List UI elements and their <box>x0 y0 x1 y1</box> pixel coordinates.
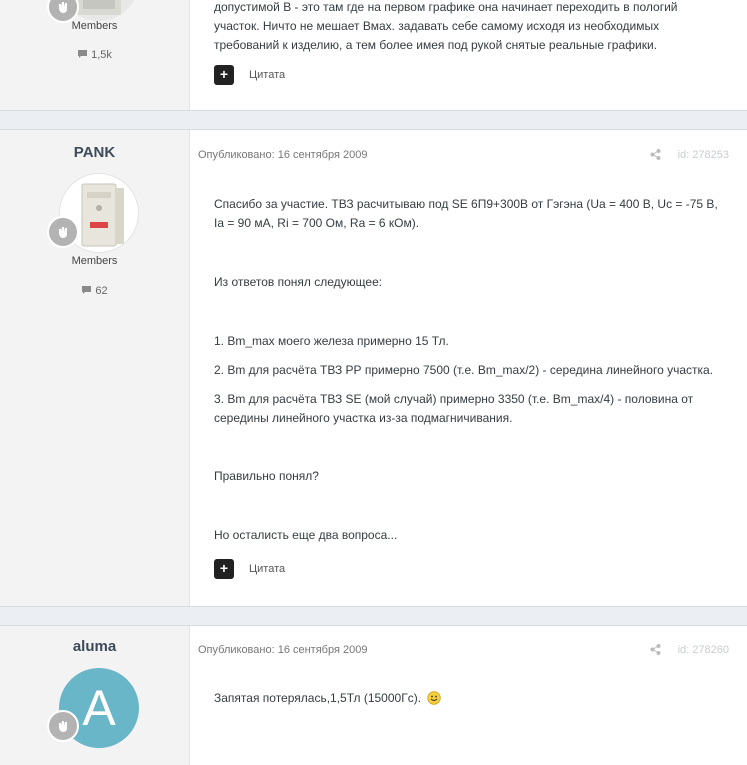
post-count-value: 1,5k <box>91 49 112 61</box>
post-content: допустимой В - это там где на первом гра… <box>190 0 747 110</box>
username[interactable]: PANK <box>0 144 189 161</box>
body-line: допустимой В - это там где на первом гра… <box>214 0 678 14</box>
body-line: Спасибо за участие. ТВЗ расчитываю под S… <box>214 197 718 211</box>
rank-badge-icon <box>47 710 79 742</box>
comment-icon <box>81 285 92 298</box>
quote-label[interactable]: Цитата <box>249 563 285 575</box>
post-1: Members 1,5k допустимой В - это там где … <box>0 0 747 111</box>
body-line: 3. Bm для расчёта ТВЗ SE (мой случай) пр… <box>214 392 694 406</box>
post-id[interactable]: id: 278253 <box>678 149 729 161</box>
body-line: Ia = 90 мА, Ri = 700 Ом, Ra = 6 кОм). <box>214 216 420 230</box>
member-group: Members <box>71 255 118 267</box>
post-count: 62 <box>0 285 189 298</box>
post-count-value: 62 <box>95 285 108 297</box>
avatar-letter: A <box>82 680 116 736</box>
post-content: Опубликовано: 16 сентября 2009 id: 27826… <box>190 626 747 765</box>
body-line: 2. Bm для расчёта ТВЗ РР примерно 7500 (… <box>214 363 714 377</box>
post-body-item-3: 3. Bm для расчёта ТВЗ SE (мой случай) пр… <box>214 390 723 428</box>
body-line: требований к изделию, а тем более имея п… <box>214 38 658 52</box>
quote-button[interactable]: + <box>214 559 234 579</box>
body-line: Но осталисть еще два вопроса... <box>214 528 398 542</box>
member-group: Members <box>71 20 118 32</box>
body-line: Правильно понял? <box>214 469 319 483</box>
comment-icon <box>77 49 88 62</box>
rank-badge-icon <box>47 216 79 248</box>
share-icon[interactable] <box>650 149 661 163</box>
publish-date: Опубликовано: 16 сентября 2009 <box>198 149 368 161</box>
author-panel: Members 1,5k <box>0 0 190 110</box>
post-body: Спасибо за участие. ТВЗ расчитываю под S… <box>214 195 723 233</box>
post-content: Опубликовано: 16 сентября 2009 id: 27825… <box>190 130 747 606</box>
body-line: участок. Ничто не мешает Вмах. задавать … <box>214 19 660 33</box>
post-body: Запятая потерялась,1,5Тл (15000Гс). <box>214 689 723 711</box>
quote-label[interactable]: Цитата <box>249 69 285 81</box>
post-id[interactable]: id: 278260 <box>678 644 729 656</box>
username[interactable]: aluma <box>0 638 189 655</box>
author-panel: aluma A <box>0 626 190 765</box>
publish-date: Опубликовано: 16 сентября 2009 <box>198 644 368 656</box>
body-line: середины линейного участка из-за подмагн… <box>214 411 513 425</box>
quote-button[interactable]: + <box>214 65 234 85</box>
share-icon[interactable] <box>650 644 661 658</box>
author-panel: PANK Members 62 <box>0 130 190 606</box>
post-3: aluma A Опубликовано: 16 сентября 2009 i… <box>0 625 747 765</box>
body-line: Из ответов понял следующее: <box>214 275 383 289</box>
body-line: 1. Bm_max моего железа примерно 15 Тл. <box>214 334 449 348</box>
post-count: 1,5k <box>0 49 189 62</box>
post-2: PANK Members 62 Опубликовано: 16 сентябр… <box>0 129 747 607</box>
smile-icon <box>427 691 442 711</box>
body-line: Запятая потерялась,1,5Тл (15000Гс). <box>214 691 422 705</box>
post-body: допустимой В - это там где на первом гра… <box>214 0 723 55</box>
